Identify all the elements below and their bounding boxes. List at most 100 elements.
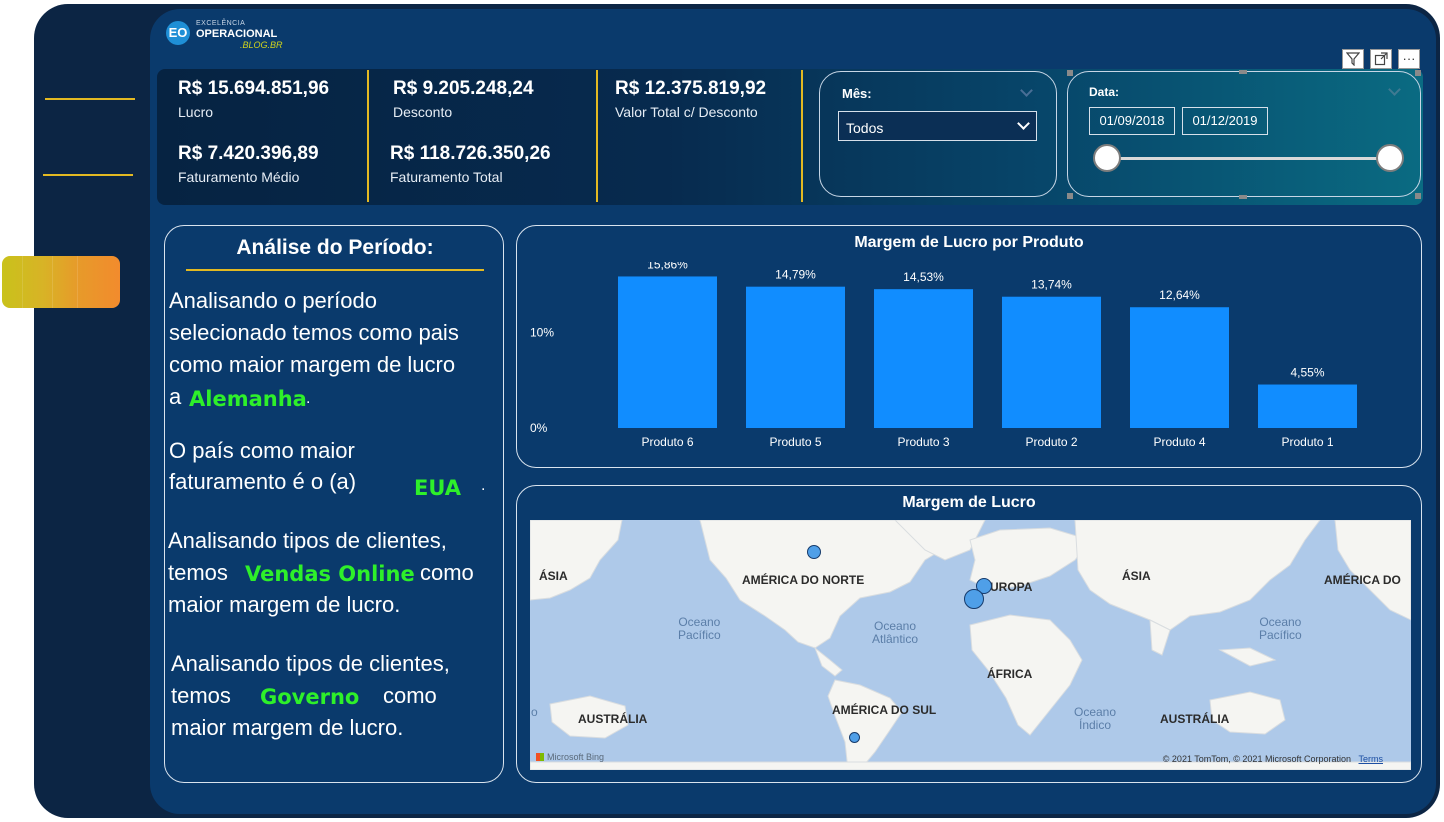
bar-chart: 0% 10% 15,86% Produto 6 14,79% Produto 5 14,53…: [530, 262, 1357, 449]
kpi-valor-total-value: R$ 12.375.819,92: [615, 78, 767, 99]
kpi-faturamento-medio-value: R$ 7.420.396,89: [178, 143, 319, 164]
focus-mode-icon[interactable]: [1370, 49, 1392, 69]
map-label: AUSTRÁLIA: [1160, 712, 1230, 726]
kpi-faturamento-total-label: Faturamento Total: [390, 169, 503, 185]
analysis-text: Analisando tipos de clientes,: [171, 651, 450, 676]
filter-icon[interactable]: [1342, 49, 1364, 69]
ocean-label: o: [531, 705, 538, 719]
date-slider-track[interactable]: [1106, 157, 1390, 160]
highlight-client-type: Vendas Online: [245, 562, 415, 586]
date-end-input[interactable]: 01/12/2019: [1182, 107, 1268, 135]
profit-margin-map[interactable]: ÁSIA AMÉRICA DO NORTE EUROPA ÁSIA AMÉRIC…: [530, 520, 1411, 770]
x-tick-label: Produto 1: [1281, 435, 1333, 449]
map-bubble[interactable]: [849, 732, 860, 743]
highlight-country-margin: Alemanha: [189, 387, 307, 411]
data-label: 13,74%: [1031, 278, 1072, 292]
bar-produto-2[interactable]: [1002, 296, 1101, 428]
map-bubble[interactable]: [964, 589, 984, 609]
map-land: [530, 520, 1411, 770]
kpi-divider-2: [596, 70, 598, 202]
data-label: 4,55%: [1290, 366, 1324, 380]
analysis-text: a: [169, 384, 182, 409]
ocean-label: Oceano Atlântico: [872, 619, 919, 646]
map-label: ÁSIA: [1122, 569, 1151, 583]
logo-line-1: EXCELÊNCIA: [196, 20, 246, 27]
y-tick-label: 10%: [530, 325, 554, 339]
data-label: 14,79%: [775, 268, 816, 282]
y-tick-label: 0%: [530, 421, 548, 435]
date-slider-start-thumb[interactable]: [1093, 144, 1121, 172]
nav-active-tab[interactable]: [2, 256, 120, 308]
analysis-text: como maior margem de lucro: [169, 352, 456, 377]
resize-handle[interactable]: [1415, 70, 1421, 76]
bar-produto-1[interactable]: [1258, 384, 1357, 428]
logo-line-3: .BLOG.BR: [240, 40, 283, 50]
date-slider-end-thumb[interactable]: [1376, 144, 1404, 172]
highlight-country-revenue: EUA: [414, 476, 462, 500]
kpi-valor-total-label: Valor Total c/ Desconto: [615, 104, 758, 120]
map-copyright: © 2021 TomTom, © 2021 Microsoft Corporat…: [1162, 754, 1384, 764]
data-label: 14,53%: [903, 270, 944, 284]
map-label: AMÉRICA DO SUL: [832, 703, 937, 717]
month-selected-value: Todos: [846, 120, 884, 136]
chevron-down-icon: [1017, 117, 1030, 130]
resize-handle[interactable]: [1067, 193, 1073, 199]
bar-produto-6[interactable]: [618, 276, 717, 428]
ocean-label: Oceano Pacífico: [678, 615, 721, 642]
analysis-text: temos: [171, 683, 231, 708]
analysis-text: como: [383, 683, 437, 708]
analysis-text: O país como maior: [169, 438, 355, 463]
analysis-text: faturamento é o (a): [169, 469, 357, 494]
analysis-text: Analisando o período: [169, 288, 377, 313]
resize-handle[interactable]: [1415, 193, 1421, 199]
analysis-text: como: [420, 560, 474, 585]
analysis-text: maior margem de lucro.: [171, 715, 404, 740]
kpi-divider-3: [801, 70, 803, 202]
bar-produto-5[interactable]: [746, 286, 845, 428]
bar-produto-4[interactable]: [1130, 307, 1229, 428]
logo-mark-icon: EO: [166, 21, 190, 45]
analysis-text: maior margem de lucro.: [168, 592, 401, 617]
analysis-text: selecionado temos como pais: [169, 320, 459, 345]
analysis-text: Analisando tipos de clientes,: [168, 528, 447, 553]
logo-line-2: OPERACIONAL: [196, 28, 278, 40]
map-bubble[interactable]: [807, 545, 821, 559]
map-label: ÁSIA: [539, 569, 568, 583]
month-dropdown[interactable]: Todos: [838, 111, 1037, 141]
analysis-text: temos: [168, 560, 228, 585]
resize-handle[interactable]: [1067, 70, 1073, 76]
ocean-label: Oceano Índico: [1074, 705, 1117, 732]
microsoft-logo-icon: [536, 753, 544, 761]
x-tick-label: Produto 3: [897, 435, 949, 449]
more-options-icon[interactable]: ···: [1398, 49, 1420, 69]
chart-title: Margem de Lucro por Produto: [854, 234, 1084, 251]
map-label: AMÉRICA DO NORTE: [742, 573, 865, 587]
nav-line-1[interactable]: [45, 98, 135, 100]
date-slicer-title: Data:: [1089, 85, 1120, 99]
month-slicer-title: Mês:: [842, 86, 872, 101]
kpi-divider-1: [367, 70, 369, 202]
x-tick-label: Produto 5: [769, 435, 821, 449]
bing-attribution: Microsoft Bing: [536, 752, 604, 762]
kpi-desconto-label: Desconto: [393, 104, 453, 120]
nav-line-2[interactable]: [43, 174, 133, 176]
map-label: AUSTRÁLIA: [578, 712, 648, 726]
kpi-faturamento-total-value: R$ 118.726.350,26: [390, 143, 551, 164]
x-tick-label: Produto 2: [1025, 435, 1077, 449]
terms-link[interactable]: Terms: [1359, 754, 1384, 764]
analysis-title-rule: [186, 269, 484, 271]
ocean-label: Oceano Pacífico: [1259, 615, 1302, 642]
analysis-title: Análise do Período:: [236, 236, 434, 259]
kpi-lucro-value: R$ 15.694.851,96: [178, 78, 330, 99]
map-label: AMÉRICA DO: [1324, 573, 1401, 587]
kpi-faturamento-medio-label: Faturamento Médio: [178, 169, 300, 185]
date-start-input[interactable]: 01/09/2018: [1089, 107, 1175, 135]
resize-handle[interactable]: [1239, 195, 1247, 199]
resize-handle[interactable]: [1239, 70, 1247, 74]
map-title: Margem de Lucro: [902, 494, 1036, 511]
x-tick-label: Produto 4: [1153, 435, 1205, 449]
data-label: 12,64%: [1159, 288, 1200, 302]
bar-produto-3[interactable]: [874, 289, 973, 428]
kpi-desconto-value: R$ 9.205.248,24: [393, 78, 534, 99]
analysis-text: .: [306, 390, 311, 407]
